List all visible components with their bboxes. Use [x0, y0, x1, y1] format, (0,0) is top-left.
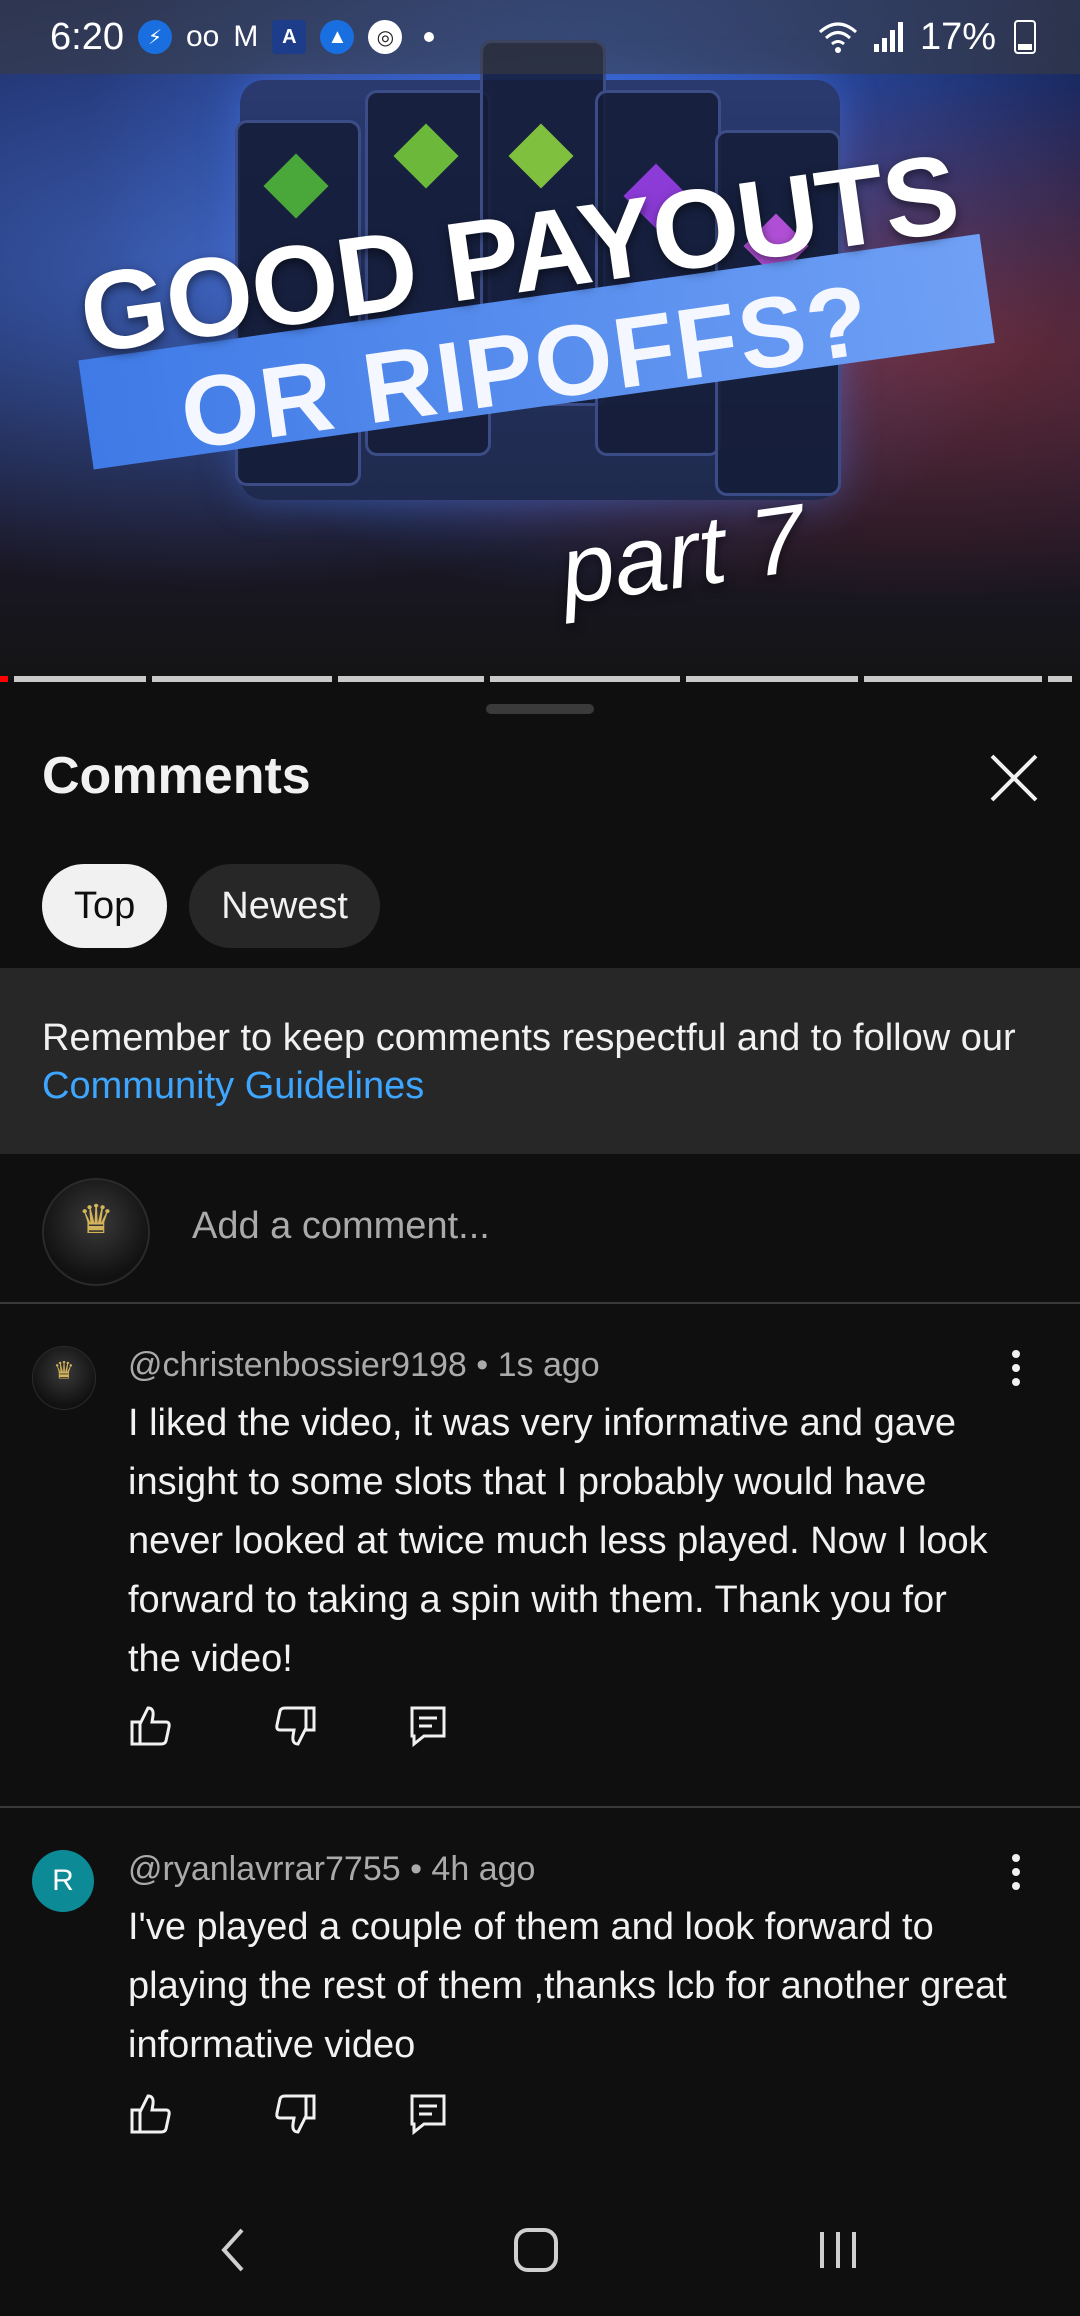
notice-text: Remember to keep comments respectful and…: [42, 1017, 1016, 1059]
signal-icon: [873, 22, 903, 52]
add-comment-row: ♛: [0, 1154, 1080, 1304]
back-icon[interactable]: [202, 2218, 266, 2282]
battery-icon: [1014, 20, 1036, 54]
chip-newest[interactable]: Newest: [189, 864, 380, 948]
system-nav-bar: [0, 2184, 1080, 2316]
home-icon[interactable]: [504, 2218, 568, 2282]
chip-top[interactable]: Top: [42, 864, 168, 948]
messenger-icon: ⚡: [137, 20, 172, 54]
reply-icon[interactable]: [406, 1704, 450, 1748]
chapter-segment: [686, 676, 858, 682]
reply-icon[interactable]: [406, 2092, 450, 2136]
chapter-segment: [14, 676, 146, 682]
avatar[interactable]: R: [32, 1850, 94, 1912]
albertsons-icon: ▲: [320, 20, 355, 54]
community-guidelines-link[interactable]: Community Guidelines: [42, 1065, 424, 1107]
avatar[interactable]: ♛: [32, 1346, 96, 1410]
chapter-segment: [338, 676, 484, 682]
add-comment-input[interactable]: [190, 1204, 994, 1249]
comments-title: Comments: [42, 747, 311, 805]
green-gem-icon: [508, 123, 574, 189]
chapter-segment: [864, 676, 1042, 682]
battery-percent: 17%: [919, 15, 996, 58]
more-vert-icon[interactable]: [1002, 1348, 1030, 1388]
drag-handle[interactable]: [486, 704, 594, 714]
chapter-segment: [490, 676, 680, 682]
voicemail-icon: oo: [185, 20, 220, 53]
video-player[interactable]: GOOD PAYOUTS OR RIPOFFS? part 7 6:20 ⚡ o…: [0, 0, 1080, 680]
recents-icon[interactable]: [806, 2218, 870, 2282]
sync-app-icon: ◎: [368, 20, 403, 54]
comment-text: I liked the video, it was very informati…: [128, 1402, 988, 1680]
comments-sheet: Comments Top Newest Remember to keep com…: [0, 684, 1080, 2184]
comment-actions: [128, 1704, 450, 1748]
green-gem-icon: [263, 153, 329, 219]
news-app-icon: A: [272, 20, 307, 54]
dislike-icon[interactable]: [274, 1704, 318, 1748]
chapter-segment: [152, 676, 332, 682]
dislike-icon[interactable]: [274, 2092, 318, 2136]
video-progress-bar[interactable]: [0, 676, 1080, 682]
comment-item: R @ryanlavrrar7755 • 4h ago I've played …: [0, 1808, 1080, 2188]
comment-meta[interactable]: @ryanlavrrar7755 • 4h ago: [128, 1850, 535, 1889]
like-icon[interactable]: [128, 2092, 172, 2136]
progress-played: [0, 676, 8, 682]
more-vert-icon[interactable]: [1002, 1852, 1030, 1892]
video-title-line3: part 7: [553, 484, 812, 625]
comment-actions: [128, 2092, 450, 2136]
comment-text: I've played a couple of them and look fo…: [128, 1906, 1007, 2066]
comment-meta[interactable]: @christenbossier9198 • 1s ago: [128, 1346, 600, 1385]
gmail-icon: M: [233, 20, 259, 53]
wifi-icon: [818, 22, 857, 53]
guidelines-notice: Remember to keep comments respectful and…: [0, 968, 1080, 1154]
status-bar: 6:20 ⚡ oo M A ▲ ◎ 17%: [0, 0, 1080, 74]
comment-item: ♛ @christenbossier9198 • 1s ago I liked …: [0, 1304, 1080, 1748]
like-icon[interactable]: [128, 1704, 172, 1748]
crown-logo-icon: ♛: [78, 1197, 114, 1242]
avatar: ♛: [42, 1178, 150, 1286]
avatar-letter: R: [52, 1864, 74, 1897]
close-icon[interactable]: [986, 750, 1042, 806]
clock: 6:20: [50, 15, 124, 58]
green-gem-icon: [393, 123, 459, 189]
chapter-segment: [1048, 676, 1072, 682]
crown-logo-icon: ♛: [53, 1357, 75, 1385]
sort-chips: Top Newest: [42, 864, 380, 948]
more-notifications-icon: [424, 32, 435, 42]
